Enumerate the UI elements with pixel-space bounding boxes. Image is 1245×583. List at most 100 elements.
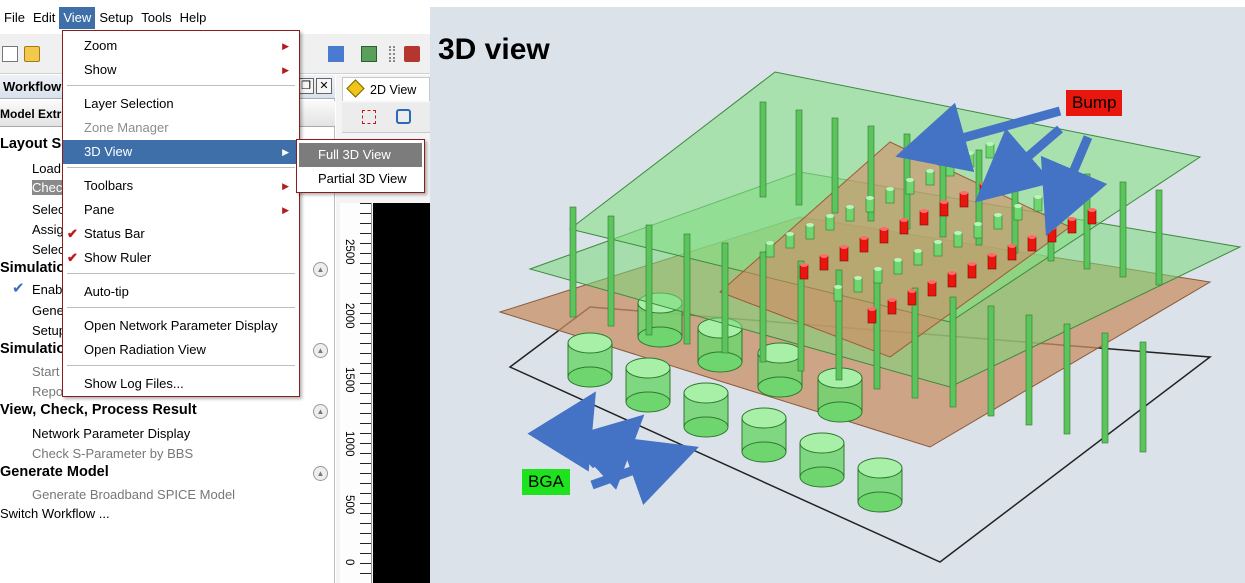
collapse-icon[interactable]: ▲: [313, 466, 328, 481]
workflow-item-enable[interactable]: Enab: [32, 282, 62, 297]
app-tool-icon[interactable]: [404, 46, 420, 62]
via-pillar: [569, 206, 577, 318]
tab-2d-view-label: 2D View: [370, 83, 417, 97]
submenu-arrow-icon: ▶: [282, 181, 289, 191]
menu-item-auto-tip[interactable]: Auto-tip: [63, 280, 299, 304]
menu-item-open-network-parameter[interactable]: Open Network Parameter Display: [63, 314, 299, 338]
new-document-icon[interactable]: [2, 46, 18, 62]
bump-top: [800, 263, 808, 267]
bump-top: [866, 196, 874, 200]
menu-setup[interactable]: Setup: [95, 7, 137, 29]
menu-item-zoom[interactable]: Zoom ▶: [63, 34, 299, 58]
chip-icon[interactable]: [361, 46, 377, 62]
collapse-icon[interactable]: ▲: [313, 404, 328, 419]
restore-button[interactable]: ❐: [298, 78, 314, 94]
workflow-item-load[interactable]: Load: [32, 161, 61, 176]
bga-ball-top: [683, 382, 729, 404]
submenu-arrow-icon: ▶: [282, 147, 289, 157]
bump: [879, 228, 889, 244]
menu-item-label: Open Radiation View: [84, 342, 206, 357]
via-pillar: [1139, 341, 1147, 453]
workflow-item-report[interactable]: Repo: [32, 384, 63, 399]
via-pillar: [1047, 165, 1055, 262]
workflow-item-generate-spice[interactable]: Generate Broadband SPICE Model: [32, 487, 235, 502]
menu-file[interactable]: File: [0, 7, 29, 29]
arrow-icon: [590, 437, 699, 505]
bump: [1047, 227, 1057, 243]
collapse-icon[interactable]: ▲: [313, 343, 328, 358]
workflow-item-check-sparameter[interactable]: Check S-Parameter by BBS: [32, 446, 193, 461]
menu-item-3d-view[interactable]: 3D View ▶: [63, 140, 299, 164]
menu-view[interactable]: View: [59, 7, 96, 29]
bump-top: [820, 254, 828, 258]
toolbar-grip-icon[interactable]: [389, 46, 395, 62]
3d-view-figure: 3D view Bump BGA: [430, 7, 1245, 583]
bump-top: [1068, 217, 1076, 221]
bump: [853, 277, 863, 293]
menu-item-open-radiation-view[interactable]: Open Radiation View: [63, 338, 299, 362]
select-rectangle-icon[interactable]: [362, 110, 376, 124]
bga-label: BGA: [522, 469, 570, 495]
collapse-icon[interactable]: ▲: [313, 262, 328, 277]
section-title-simulation-2[interactable]: Simulatio: [0, 341, 65, 357]
switch-workflow-link[interactable]: Switch Workflow ...: [0, 506, 110, 521]
bump-label: Bump: [1066, 90, 1123, 116]
bump-top: [1048, 226, 1056, 230]
bump: [873, 268, 883, 284]
workflow-item-generate[interactable]: Gene: [32, 303, 64, 318]
menu-item-layer-selection[interactable]: Layer Selection: [63, 92, 299, 116]
menu-separator: [67, 273, 295, 274]
layout-canvas[interactable]: [373, 203, 430, 583]
menu-item-label: Show Ruler: [84, 250, 152, 265]
bump-top: [968, 262, 976, 266]
section-title-layout[interactable]: Layout Se: [0, 136, 69, 152]
section-title-simulation-1[interactable]: Simulatio: [0, 260, 65, 276]
bump: [953, 232, 963, 248]
bump: [859, 237, 869, 253]
workflow-item-select-1[interactable]: Selec: [32, 202, 65, 217]
bump-top: [914, 249, 922, 253]
tab-2d-view[interactable]: 2D View: [342, 77, 430, 101]
via-pillar: [759, 101, 767, 198]
bump-top: [926, 169, 934, 173]
menu-item-zone-manager[interactable]: Zone Manager: [63, 116, 299, 140]
bump: [1067, 218, 1077, 234]
workflow-item-start[interactable]: Start: [32, 364, 59, 379]
workflow-item-network-parameter[interactable]: Network Parameter Display: [32, 426, 190, 441]
stop-icon[interactable]: [328, 46, 344, 62]
bump: [819, 255, 829, 271]
workflow-item-select-2[interactable]: Selec: [32, 242, 65, 257]
menu-tools[interactable]: Tools: [137, 7, 175, 29]
menu-edit[interactable]: Edit: [29, 7, 59, 29]
arrow-icon: [527, 391, 596, 472]
via-pillar: [949, 296, 957, 408]
workflow-item-assign[interactable]: Assig: [32, 222, 64, 237]
menu-separator: [67, 307, 295, 308]
menu-item-toolbars[interactable]: Toolbars ▶: [63, 174, 299, 198]
workflow-item-setup[interactable]: Setup: [32, 323, 66, 338]
bump-top: [986, 142, 994, 146]
via-pillar: [645, 224, 653, 336]
menu-item-show[interactable]: Show ▶: [63, 58, 299, 82]
menu-help[interactable]: Help: [176, 7, 211, 29]
undo-icon[interactable]: [396, 109, 411, 124]
menu-item-pane[interactable]: Pane ▶: [63, 198, 299, 222]
bump: [959, 192, 969, 208]
view-dropdown-menu: Zoom ▶ Show ▶ Layer Selection Zone Manager…: [62, 30, 300, 397]
bump: [967, 263, 977, 279]
close-button[interactable]: ✕: [316, 78, 332, 94]
ruler-label: 1000: [343, 431, 355, 457]
via-pillar: [607, 215, 615, 327]
menu-item-status-bar[interactable]: ✔ Status Bar: [63, 222, 299, 246]
section-title-view-check[interactable]: View, Check, Process Result: [0, 402, 197, 418]
menu-bar: File Edit View Setup Tools Help: [0, 6, 430, 30]
menu-item-show-ruler[interactable]: ✔ Show Ruler: [63, 246, 299, 270]
bump-top: [980, 182, 988, 186]
menu-item-partial-3d-view[interactable]: Partial 3D View: [299, 167, 422, 191]
menu-item-full-3d-view[interactable]: Full 3D View: [299, 143, 422, 167]
menu-item-show-log-files[interactable]: Show Log Files...: [63, 372, 299, 396]
open-folder-icon[interactable]: [24, 46, 40, 62]
bump: [947, 272, 957, 288]
bump-top: [900, 218, 908, 222]
section-title-generate-model[interactable]: Generate Model: [0, 464, 109, 480]
